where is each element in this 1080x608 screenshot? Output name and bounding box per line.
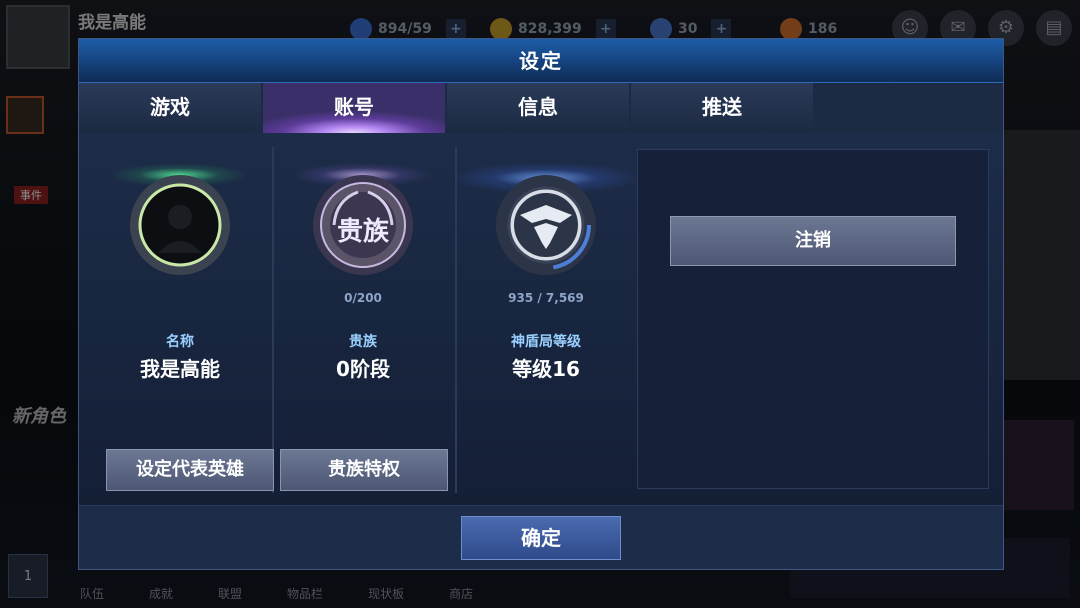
noble-progress: 0/200 [344,291,382,305]
noble-value: 0阶段 [336,357,390,381]
shield-progress: 935 / 7,569 [508,291,584,305]
profile-avatar[interactable] [130,175,230,275]
shield-level-value: 等级16 [512,357,580,381]
name-label: 名称 [166,334,194,350]
confirm-button[interactable]: 确定 [461,516,621,560]
tab-info[interactable]: 信息 [447,83,629,133]
account-panel: 名称 我是高能 设定代表英雄 贵族 0/200 贵族 0阶段 贵族特权 935 … [79,133,1003,505]
shield-level-label: 神盾局等级 [511,334,581,350]
noble-privileges-button[interactable]: 贵族特权 [280,449,448,491]
profile-column: 名称 我是高能 设定代表英雄 [89,133,274,505]
dialog-footer: 确定 [79,505,1003,569]
silhouette-icon [138,183,222,267]
settings-dialog: 设定 游戏 账号 信息 推送 名称 我是高能 设定代表英雄 贵族 0/200 贵… [78,38,1004,570]
shield-column: 935 / 7,569 神盾局等级 等级16 [455,133,637,505]
name-value: 我是高能 [140,357,220,381]
set-representative-hero-button[interactable]: 设定代表英雄 [106,449,274,491]
shield-emblem[interactable] [496,175,596,275]
noble-label: 贵族 [349,334,377,350]
dialog-title-bar: 设定 [79,39,1003,83]
noble-emblem-text: 贵族 [336,217,389,247]
dialog-title: 设定 [519,49,563,73]
tab-account[interactable]: 账号 [263,83,445,133]
eagle-icon [501,180,591,270]
noble-column: 贵族 0/200 贵族 0阶段 贵族特权 [272,133,454,505]
logout-button[interactable]: 注销 [670,216,956,266]
settings-tabs: 游戏 账号 信息 推送 [79,83,813,133]
account-actions-box: 注销 [637,149,989,489]
tab-game[interactable]: 游戏 [79,83,261,133]
tab-push[interactable]: 推送 [631,83,813,133]
